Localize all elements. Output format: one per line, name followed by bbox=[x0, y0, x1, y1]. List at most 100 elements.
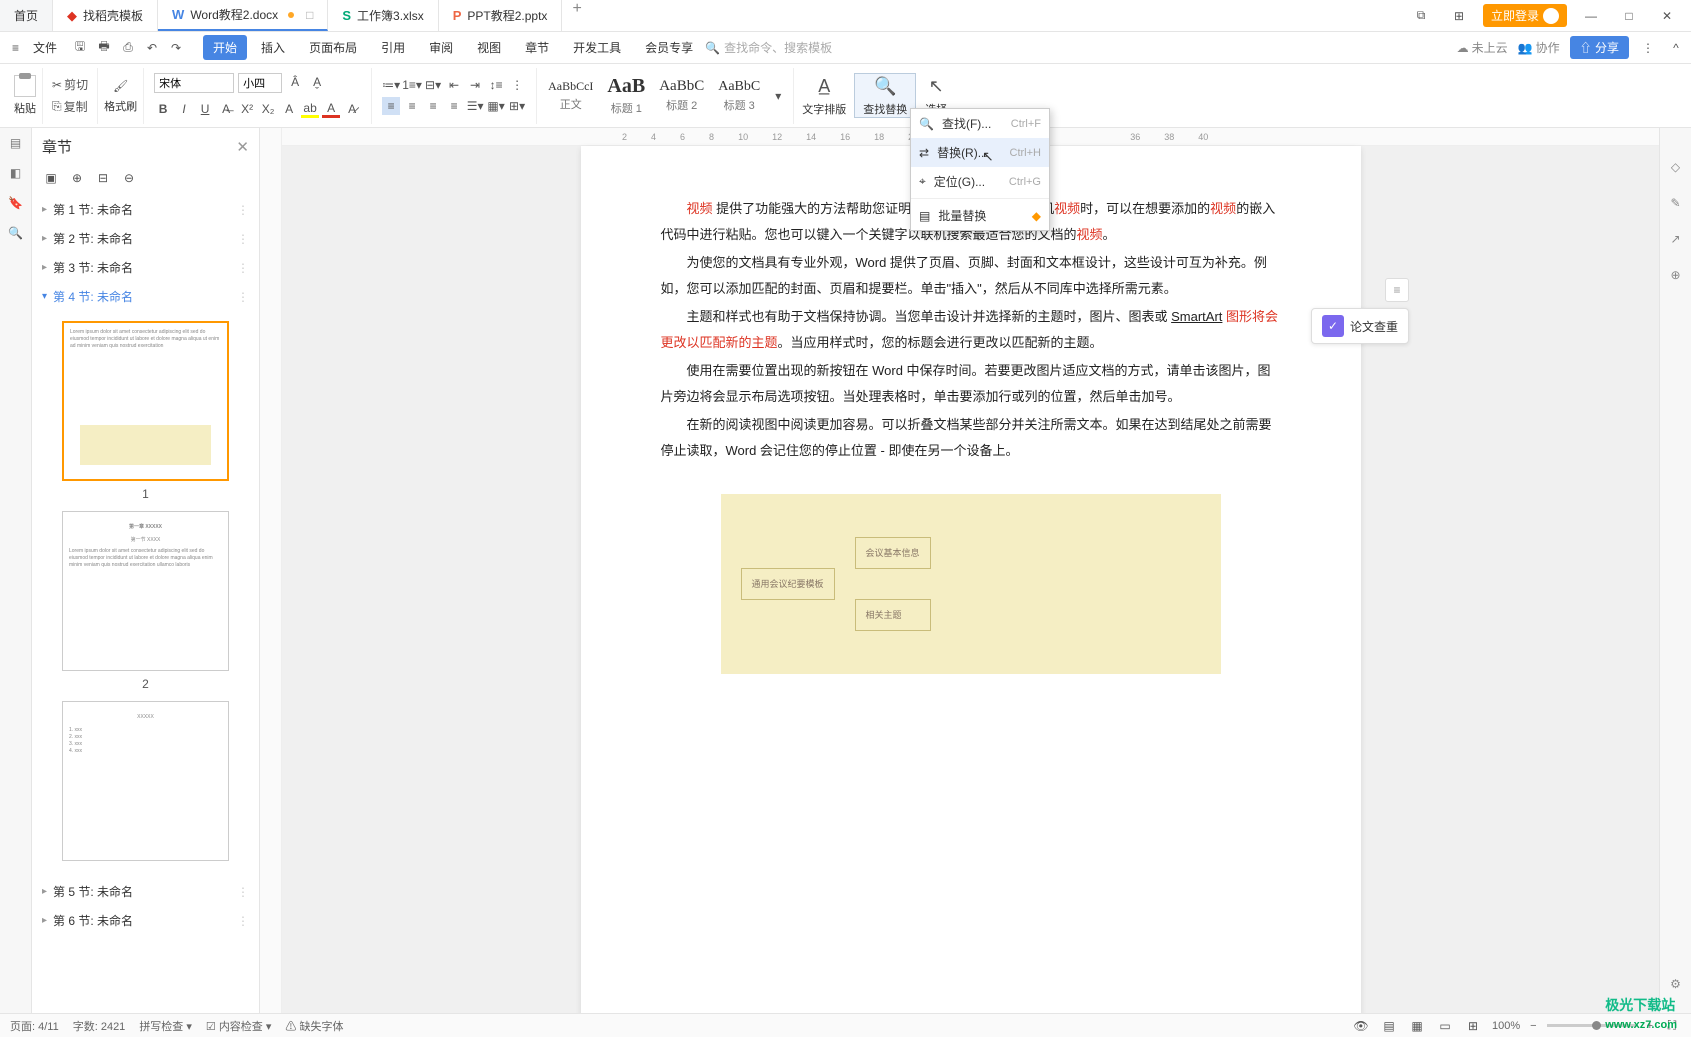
ribbon-tab-sections[interactable]: 章节 bbox=[515, 35, 559, 60]
cloud-sync-button[interactable]: ☁ 未上云 bbox=[1457, 39, 1508, 56]
add-section-icon[interactable]: ⊕ bbox=[68, 169, 86, 187]
embedded-diagram[interactable]: 通用会议纪要模板 会议基本信息 相关主题 bbox=[721, 494, 1221, 674]
outline-view-icon[interactable]: ⊞ bbox=[1464, 1017, 1482, 1035]
thumbs-icon[interactable]: ◧ bbox=[7, 164, 25, 182]
layout2-icon[interactable]: ⊞ bbox=[1445, 9, 1473, 23]
tab-home[interactable]: 首页 bbox=[0, 0, 53, 31]
new-tab-button[interactable]: + bbox=[562, 0, 591, 31]
document-page[interactable]: 视频 提供了功能强大的方法帮助您证明您的观点。当您单击联机视频时，可以在想要添加… bbox=[581, 146, 1361, 1013]
content-check-toggle[interactable]: ☑ 内容检查 ▾ bbox=[206, 1018, 272, 1034]
text-effect-icon[interactable]: A bbox=[280, 100, 298, 118]
collapse-icon[interactable]: ⊟ bbox=[94, 169, 112, 187]
increase-indent-icon[interactable]: ⇥ bbox=[466, 76, 484, 94]
style-heading2[interactable]: AaBbC标题 2 bbox=[654, 75, 709, 116]
section-item-4[interactable]: ▾第 4 节: 未命名⋮ bbox=[32, 282, 259, 311]
share-button[interactable]: ⇧ 分享 bbox=[1570, 36, 1629, 59]
bookmark-icon[interactable]: 🔖 bbox=[7, 194, 25, 212]
remove-icon[interactable]: ⊖ bbox=[120, 169, 138, 187]
settings-icon[interactable]: ⚙ bbox=[1667, 975, 1685, 993]
font-name-select[interactable] bbox=[154, 73, 234, 93]
section-item-5[interactable]: ▸第 5 节: 未命名⋮ bbox=[32, 877, 259, 906]
paragraph[interactable]: 使用在需要位置出现的新按钮在 Word 中保存时间。若要更改图片适应文档的方式，… bbox=[661, 358, 1281, 410]
paragraph[interactable]: 为使您的文档具有专业外观，Word 提供了页眉、页脚、封面和文本框设计，这些设计… bbox=[661, 250, 1281, 302]
font-size-select[interactable] bbox=[238, 73, 282, 93]
tab-word-doc[interactable]: W Word教程2.docx □ bbox=[158, 0, 328, 31]
ribbon-tab-layout[interactable]: 页面布局 bbox=[299, 35, 367, 60]
decrease-font-icon[interactable]: A̬ bbox=[308, 73, 326, 91]
view-mode-icon[interactable]: 👁 bbox=[1352, 1017, 1370, 1035]
preview-icon[interactable]: ⎙ bbox=[119, 39, 137, 57]
ribbon-tab-home[interactable]: 开始 bbox=[203, 35, 247, 60]
find-replace-button[interactable]: 🔍 查找替换 bbox=[854, 73, 916, 118]
paragraph[interactable]: 在新的阅读视图中阅读更加容易。可以折叠文档某些部分并关注所需文本。如果在达到结尾… bbox=[661, 412, 1281, 464]
redo-icon[interactable]: ↷ bbox=[167, 39, 185, 57]
styles-more-icon[interactable]: ▾ bbox=[769, 87, 787, 105]
borders-icon[interactable]: ⊞▾ bbox=[508, 97, 526, 115]
save-icon[interactable]: 🖫 bbox=[71, 39, 89, 57]
maximize-button[interactable]: □ bbox=[1615, 9, 1643, 23]
ribbon-tab-view[interactable]: 视图 bbox=[467, 35, 511, 60]
text-layout-button[interactable]: A̲ 文字排版 bbox=[794, 74, 854, 117]
section-item-6[interactable]: ▸第 6 节: 未命名⋮ bbox=[32, 906, 259, 935]
print-layout-icon[interactable]: ▦ bbox=[1408, 1017, 1426, 1035]
shading-icon[interactable]: ▦▾ bbox=[487, 97, 505, 115]
menu-replace[interactable]: ⇄ 替换(R)...Ctrl+H bbox=[911, 138, 1049, 167]
align-left-icon[interactable]: ≡ bbox=[382, 97, 400, 115]
section-item-2[interactable]: ▸第 2 节: 未命名⋮ bbox=[32, 224, 259, 253]
more-menu-icon[interactable]: ⋮ bbox=[1639, 39, 1657, 57]
read-mode-icon[interactable]: ▤ bbox=[1380, 1017, 1398, 1035]
zoom-out-icon[interactable]: − bbox=[1530, 1020, 1536, 1032]
increase-font-icon[interactable]: Â bbox=[286, 73, 304, 91]
tab-xlsx[interactable]: S 工作簿3.xlsx bbox=[328, 0, 438, 31]
paste-icon[interactable] bbox=[14, 75, 36, 97]
copy-button[interactable]: ⎘ 复制 bbox=[49, 97, 91, 116]
align-right-icon[interactable]: ≡ bbox=[424, 97, 442, 115]
italic-icon[interactable]: I bbox=[175, 100, 193, 118]
decrease-indent-icon[interactable]: ⇤ bbox=[445, 76, 463, 94]
file-menu[interactable]: 文件 bbox=[27, 39, 63, 56]
strike-icon[interactable]: A̶ bbox=[217, 100, 235, 118]
tab-close-icon[interactable]: □ bbox=[306, 8, 313, 22]
ribbon-tab-developer[interactable]: 开发工具 bbox=[563, 35, 631, 60]
tab-ppt[interactable]: P PPT教程2.pptx bbox=[439, 0, 563, 31]
nav-close-icon[interactable]: ✕ bbox=[236, 138, 249, 156]
highlight-icon[interactable]: ab bbox=[301, 100, 319, 118]
tab-templates[interactable]: ◆ 找稻壳模板 bbox=[53, 0, 158, 31]
menu-find[interactable]: 🔍 查找(F)...Ctrl+F bbox=[911, 109, 1049, 138]
undo-icon[interactable]: ↶ bbox=[143, 39, 161, 57]
justify-icon[interactable]: ≡ bbox=[445, 97, 463, 115]
print-icon[interactable]: 🖶 bbox=[95, 39, 113, 57]
page-thumbnail-3[interactable]: XXXXX 1. xxx2. xxx3. xxx4. xxx bbox=[62, 701, 229, 861]
section-item-1[interactable]: ▸第 1 节: 未命名⋮ bbox=[32, 195, 259, 224]
clear-format-icon[interactable]: A̷ bbox=[343, 100, 361, 118]
outline-icon[interactable]: ▤ bbox=[7, 134, 25, 152]
spellcheck-toggle[interactable]: 拼写检查 ▾ bbox=[139, 1018, 192, 1034]
collapse-toggle-icon[interactable]: ≡ bbox=[1385, 278, 1409, 302]
ribbon-tab-member[interactable]: 会员专享 bbox=[635, 35, 703, 60]
plagiarism-check-button[interactable]: ✓ 论文查重 bbox=[1311, 308, 1409, 344]
web-layout-icon[interactable]: ▭ bbox=[1436, 1017, 1454, 1035]
page-status[interactable]: 页面: 4/11 bbox=[10, 1018, 59, 1034]
tool3-icon[interactable]: ↗ bbox=[1667, 230, 1685, 248]
bullets-icon[interactable]: ≔▾ bbox=[382, 76, 400, 94]
tool4-icon[interactable]: ⊕ bbox=[1667, 266, 1685, 284]
paragraph[interactable]: 主题和样式也有助于文档保持协调。当您单击设计并选择新的主题时，图片、图表或 Sm… bbox=[661, 304, 1281, 356]
style-heading1[interactable]: AaB标题 1 bbox=[602, 72, 650, 119]
line-spacing-icon[interactable]: ↕≡ bbox=[487, 76, 505, 94]
style-heading3[interactable]: AaBbC标题 3 bbox=[713, 76, 765, 116]
expand-all-icon[interactable]: ▣ bbox=[42, 169, 60, 187]
page-thumbnail-2[interactable]: 第一章 XXXXX 第一节 XXXX Lorem ipsum dolor sit… bbox=[62, 511, 229, 671]
tool2-icon[interactable]: ✎ bbox=[1667, 194, 1685, 212]
cut-button[interactable]: ✂ 剪切 bbox=[49, 75, 91, 94]
collapse-ribbon-icon[interactable]: ^ bbox=[1667, 39, 1685, 57]
hamburger-icon[interactable]: ≡ bbox=[6, 41, 25, 55]
section-item-3[interactable]: ▸第 3 节: 未命名⋮ bbox=[32, 253, 259, 282]
align-center-icon[interactable]: ≡ bbox=[403, 97, 421, 115]
menu-goto[interactable]: ⌖ 定位(G)...Ctrl+G bbox=[911, 167, 1049, 196]
layout1-icon[interactable]: ⧉ bbox=[1407, 8, 1435, 23]
ribbon-tab-references[interactable]: 引用 bbox=[371, 35, 415, 60]
underline-icon[interactable]: U bbox=[196, 100, 214, 118]
zoom-level[interactable]: 100% bbox=[1492, 1020, 1520, 1032]
font-color-icon[interactable]: A bbox=[322, 100, 340, 118]
command-search[interactable]: 🔍 查找命令、搜索模板 bbox=[705, 39, 832, 56]
